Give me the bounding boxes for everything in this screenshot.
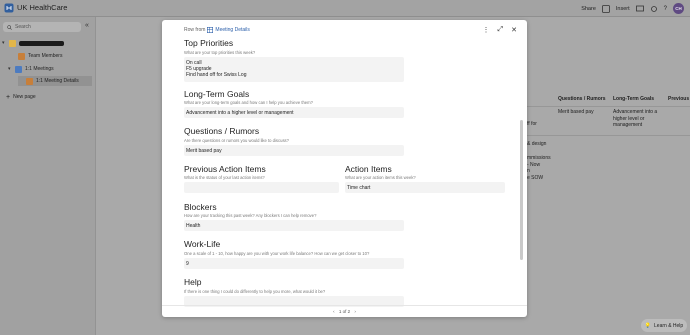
lightbulb-icon: 💡 [644, 322, 652, 329]
previous-action-items-field[interactable] [184, 182, 339, 193]
workspace-icon [9, 39, 16, 47]
app-top-bar: UK HealthCare Share Insert ? CH [0, 0, 690, 17]
source-table-link[interactable]: Meeting Details [215, 27, 249, 33]
app-title: UK HealthCare [17, 3, 68, 12]
section-question: What are your long-term goals and how ca… [184, 100, 313, 105]
top-priorities-field[interactable]: On call F5 upgrade Find hand off for Swi… [184, 57, 404, 82]
table-header-previous[interactable]: Previous [668, 96, 689, 103]
row-detail-modal: Row from Meeting Details ⋮ ⤢ ✕ Top Prior… [162, 20, 527, 317]
sidebar-item-team-members[interactable]: Team Members [18, 51, 62, 61]
share-button[interactable]: Share [581, 6, 596, 12]
sidebar-item-label: 1:1 Meeting Details [36, 78, 79, 84]
chevron-down-icon[interactable]: ▾ [8, 66, 12, 72]
table-header-divider [527, 106, 690, 107]
next-row-icon[interactable]: › [354, 309, 356, 314]
learn-help-label: Learn & Help [654, 322, 684, 329]
modal-breadcrumb: Row from Meeting Details [184, 27, 250, 33]
sidebar: Search « ▾ Team Members ▾ 1:1 Meetings 1… [0, 17, 96, 335]
section-question: One a scale of 1 - 10, how happy are you… [184, 251, 370, 256]
meeting-details-icon [26, 77, 33, 85]
search-icon [7, 24, 12, 30]
expand-icon[interactable]: ⤢ [498, 26, 504, 34]
section-title-long-term-goals: Long-Term Goals [184, 89, 250, 99]
section-title-top-priorities: Top Priorities [184, 38, 234, 48]
table-icon [207, 27, 214, 33]
table-cell[interactable]: Merit based pay [558, 109, 610, 116]
section-title-help: Help [184, 277, 202, 287]
section-question: If there is one thing I could do differe… [184, 289, 326, 294]
plus-icon: + [6, 93, 11, 101]
sidebar-item-meetings[interactable]: ▾ 1:1 Meetings [8, 64, 54, 74]
table-cell[interactable]: & design [527, 141, 546, 148]
collapse-sidebar-icon[interactable]: « [85, 22, 89, 29]
blockers-field[interactable]: Health [184, 220, 404, 231]
row-from-label: Row from [184, 27, 206, 33]
section-question: Are there questions or rumors you would … [184, 138, 289, 143]
modal-footer-divider [162, 305, 527, 306]
user-avatar[interactable]: CH [673, 3, 684, 14]
insert-icon[interactable] [601, 4, 610, 13]
new-page-button[interactable]: + New page [6, 92, 36, 102]
close-icon[interactable]: ✕ [511, 26, 517, 34]
table-header-questions[interactable]: Questions / Rumors [558, 96, 606, 103]
topbar-actions: Share Insert ? CH [581, 2, 684, 15]
pager-label: 1 of 2 [338, 309, 351, 314]
modal-actions: ⋮ ⤢ ✕ [483, 26, 517, 34]
sidebar-item-workspace[interactable]: ▾ [2, 38, 64, 48]
section-title-previous-action-items: Previous Action Items [184, 164, 266, 174]
team-icon [18, 52, 25, 60]
section-question: What is the status of your last action i… [184, 175, 265, 180]
long-term-goals-field[interactable]: Advancement into a higher level or manag… [184, 107, 404, 118]
chevron-down-icon[interactable]: ▾ [2, 40, 6, 46]
table-row-divider [527, 135, 690, 136]
search-placeholder: Search [15, 24, 31, 30]
redacted-workspace-name [19, 40, 64, 46]
help-icon[interactable]: ? [664, 6, 667, 12]
table-cell[interactable]: ff for [527, 121, 537, 128]
table-cell[interactable]: mmissions - Now n e SOW [527, 155, 551, 181]
insert-button[interactable]: Insert [616, 6, 630, 12]
section-question: How are your tracking this past week? An… [184, 213, 317, 218]
table-header-goals[interactable]: Long-Term Goals [613, 96, 654, 103]
section-title-work-life: Work-Life [184, 239, 221, 249]
sidebar-item-label: Team Members [28, 53, 63, 59]
messages-icon[interactable] [635, 5, 644, 13]
new-page-label: New page [13, 94, 36, 100]
work-life-field[interactable]: 9 [184, 258, 404, 269]
section-question: What are your action items this week? [345, 175, 416, 180]
sidebar-item-meeting-details[interactable]: 1:1 Meeting Details [18, 76, 92, 86]
section-title-blockers: Blockers [184, 202, 217, 212]
action-items-field[interactable]: Time chart [345, 182, 505, 193]
app-logo-icon [4, 3, 14, 13]
section-title-action-items: Action Items [345, 164, 392, 174]
learn-help-button[interactable]: 💡 Learn & Help [641, 319, 687, 332]
settings-gear-icon[interactable] [650, 5, 658, 13]
previous-row-icon[interactable]: ‹ [333, 309, 335, 314]
sidebar-item-label: 1:1 Meetings [25, 66, 54, 72]
search-input[interactable]: Search [3, 22, 81, 32]
questions-rumors-field[interactable]: Merit based pay [184, 145, 404, 156]
section-question: What are your top priorities this week? [184, 50, 256, 55]
more-options-icon[interactable]: ⋮ [483, 26, 490, 34]
modal-scrollbar[interactable] [520, 120, 523, 260]
meetings-icon [15, 65, 22, 73]
section-title-questions-rumors: Questions / Rumors [184, 126, 260, 136]
table-cell[interactable]: Advancement into a higher level or manag… [613, 109, 665, 129]
row-pager: ‹ 1 of 2 › [162, 309, 527, 314]
